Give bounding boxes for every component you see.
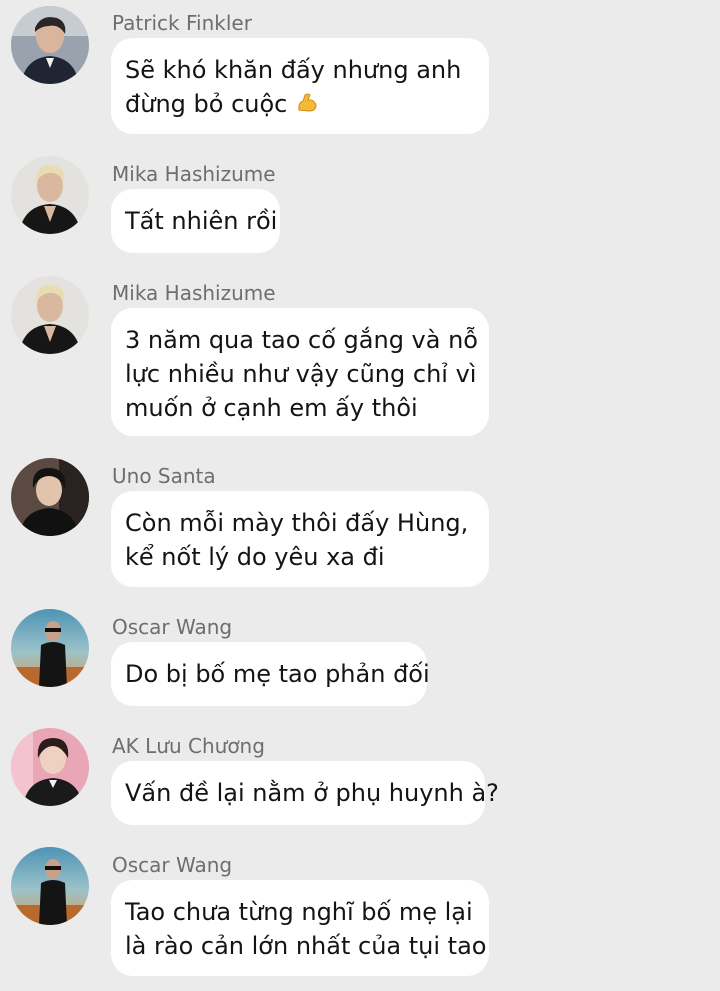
message-text: Vấn đề lại nằm ở phụ huynh à? [125, 779, 499, 807]
sender-name: Patrick Finkler [112, 11, 252, 35]
flexed-biceps-icon [295, 90, 319, 114]
avatar[interactable] [11, 847, 89, 925]
message-bubble[interactable]: 3 năm qua tao cố gắng và nỗ lực nhiều nh… [111, 308, 489, 436]
avatar[interactable] [11, 6, 89, 84]
message-text: Còn mỗi mày thôi đấy Hùng, [125, 509, 469, 537]
message-text: muốn ở cạnh em ấy thôi [125, 394, 418, 422]
sender-name: Mika Hashizume [112, 162, 276, 186]
sender-name: Oscar Wang [112, 853, 233, 877]
sender-name: Mika Hashizume [112, 281, 276, 305]
avatar[interactable] [11, 609, 89, 687]
avatar-ak-luu-chuong [11, 728, 89, 806]
message-bubble[interactable]: Do bị bố mẹ tao phản đối [111, 642, 430, 706]
message-bubble[interactable]: Còn mỗi mày thôi đấy Hùng, kể nốt lý do … [111, 491, 489, 587]
sender-name: Oscar Wang [112, 615, 233, 639]
avatar[interactable] [11, 156, 89, 234]
message-bubble[interactable]: Sẽ khó khăn đấy nhưng anh đừng bỏ cuộc [111, 38, 489, 134]
message-text-line: đừng bỏ cuộc [125, 87, 475, 121]
message-text: Tao chưa từng nghĩ bố mẹ lại [125, 898, 473, 926]
message-text: là rào cản lớn nhất của tụi tao [125, 932, 487, 960]
avatar[interactable] [11, 458, 89, 536]
avatar-patrick-finkler [11, 6, 89, 84]
message-bubble[interactable]: Tao chưa từng nghĩ bố mẹ lại là rào cản … [111, 880, 489, 976]
message-text: 3 năm qua tao cố gắng và nỗ [125, 326, 478, 354]
avatar-oscar-wang [11, 609, 89, 687]
avatar-mika-hashizume [11, 156, 89, 234]
message-text: đừng bỏ cuộc [125, 90, 288, 118]
message-text: kể nốt lý do yêu xa đi [125, 543, 385, 571]
avatar[interactable] [11, 276, 89, 354]
avatar[interactable] [11, 728, 89, 806]
sender-name: Uno Santa [112, 464, 216, 488]
avatar-mika-hashizume [11, 276, 89, 354]
message-text: Tất nhiên rồi [125, 207, 278, 235]
avatar-oscar-wang [11, 847, 89, 925]
sender-name: AK Lưu Chương [112, 734, 265, 758]
message-text: lực nhiều như vậy cũng chỉ vì [125, 360, 477, 388]
message-bubble[interactable]: Vấn đề lại nằm ở phụ huynh à? [111, 761, 499, 825]
message-text: Sẽ khó khăn đấy nhưng anh [125, 56, 462, 84]
message-bubble[interactable]: Tất nhiên rồi [111, 189, 280, 253]
message-text: Do bị bố mẹ tao phản đối [125, 660, 430, 688]
avatar-uno-santa [11, 458, 89, 536]
